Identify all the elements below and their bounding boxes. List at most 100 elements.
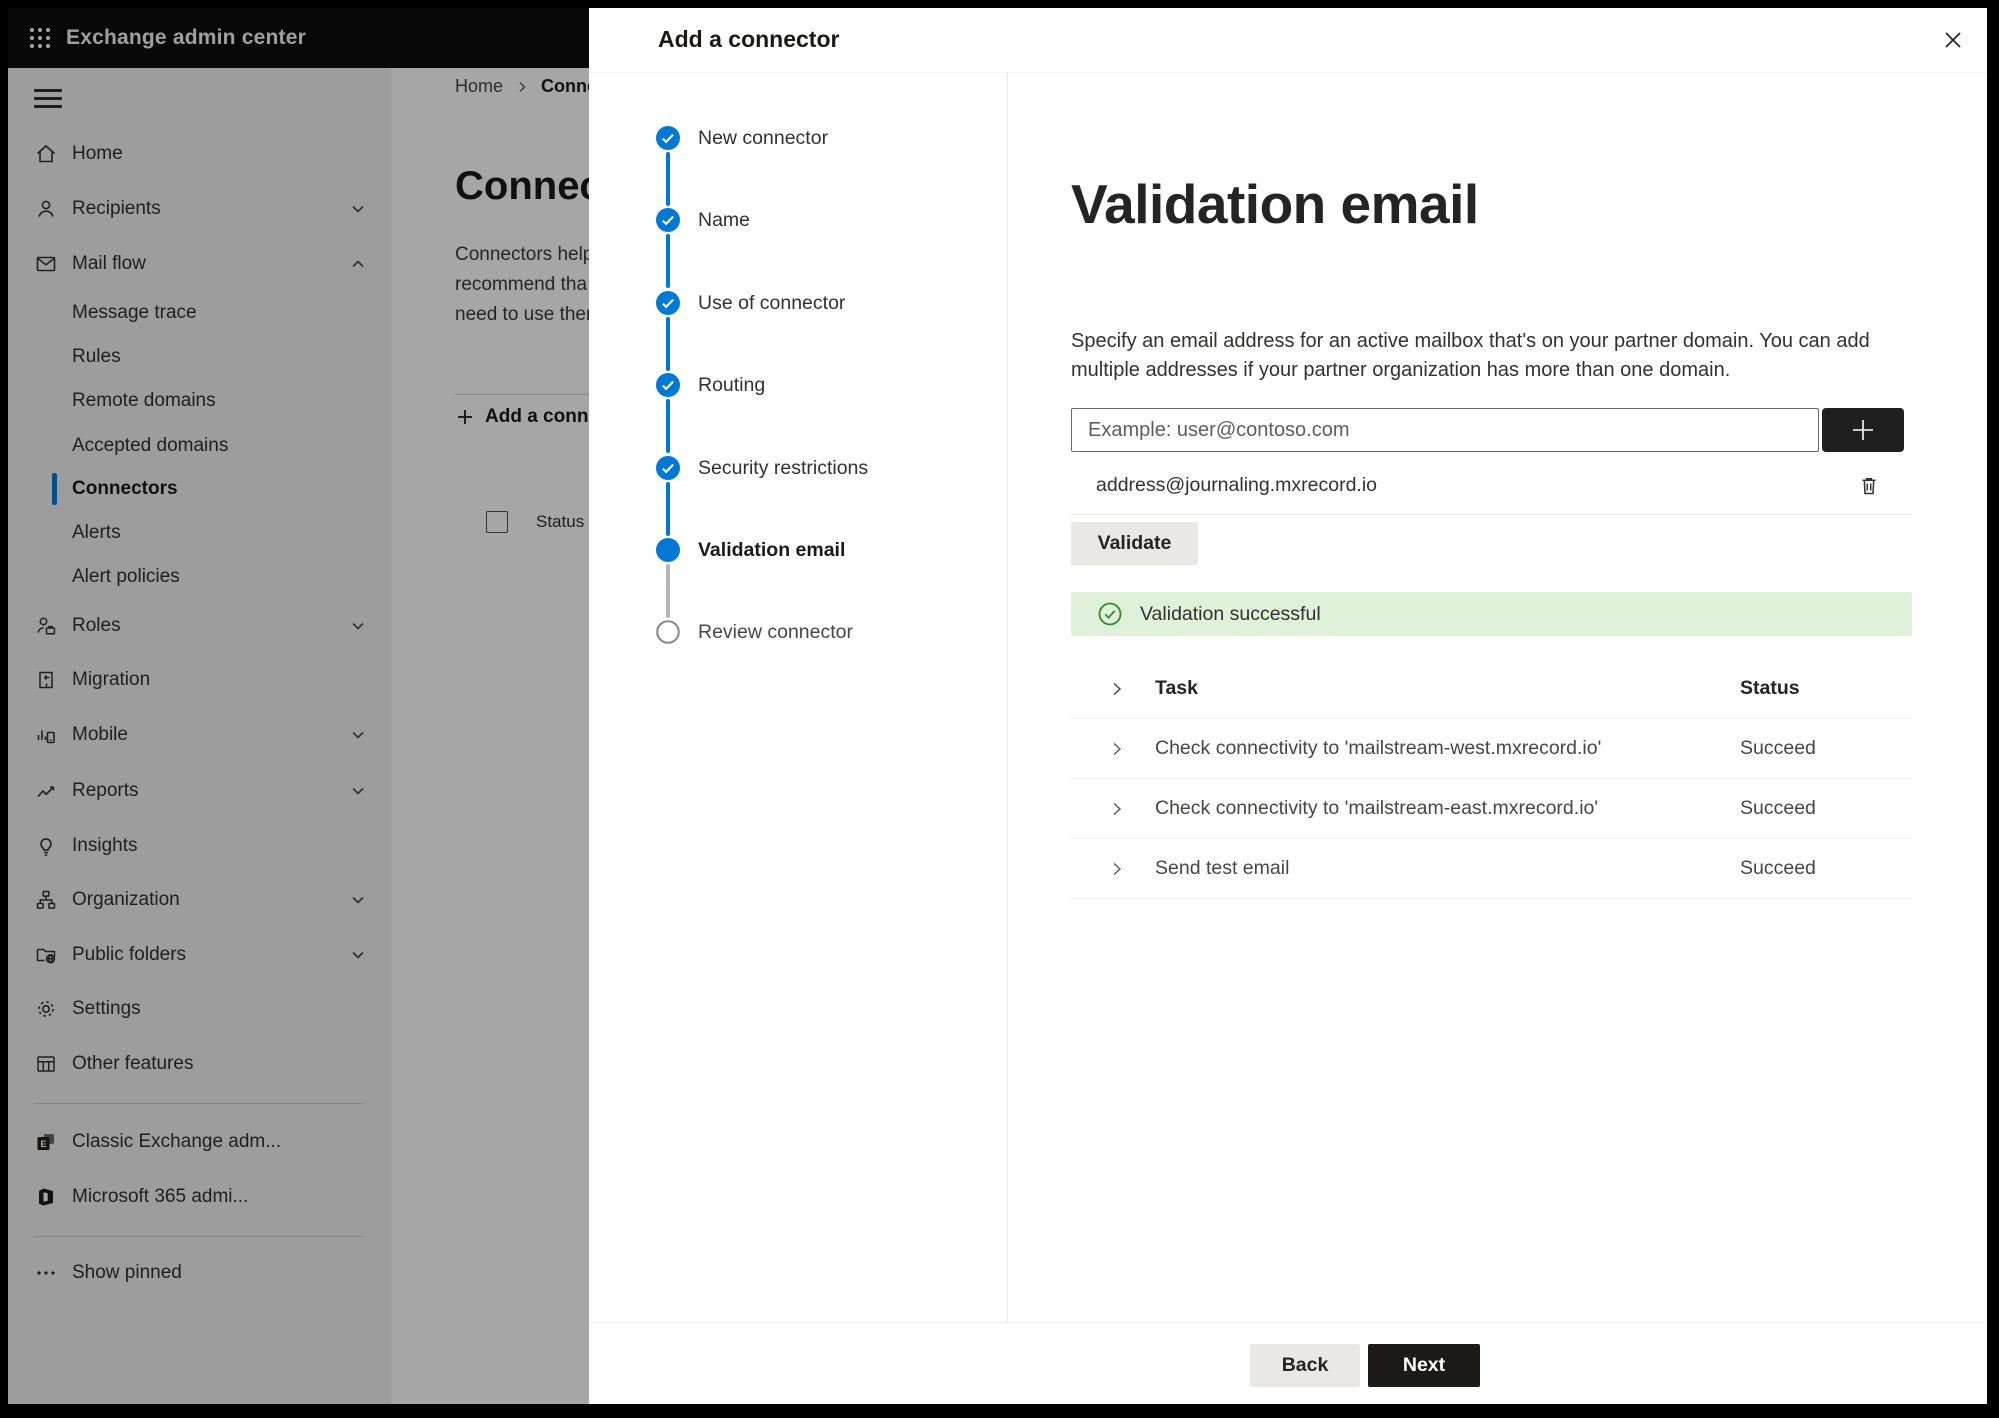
next-button[interactable]: Next bbox=[1368, 1344, 1480, 1387]
sidebar-item-settings[interactable]: Settings bbox=[8, 987, 391, 1031]
dialog-footer: Back Next bbox=[589, 1322, 1987, 1404]
sidebar-divider bbox=[34, 1103, 365, 1104]
connectors-table-header: Status bbox=[486, 511, 584, 533]
add-connector-button[interactable]: Add a conn bbox=[455, 406, 588, 428]
expand-all-chevron-icon[interactable] bbox=[1107, 679, 1155, 699]
sidebar-item-microsoft-365-admin[interactable]: Microsoft 365 admi... bbox=[8, 1175, 391, 1219]
validate-button[interactable]: Validate bbox=[1071, 522, 1198, 565]
sidebar-item-reports[interactable]: Reports bbox=[8, 769, 391, 813]
exchange-logo-icon: E bbox=[34, 1130, 58, 1154]
chevron-down-icon bbox=[349, 891, 367, 909]
back-button[interactable]: Back bbox=[1250, 1344, 1360, 1387]
step-connector-line bbox=[666, 564, 670, 618]
envelope-icon bbox=[34, 252, 58, 276]
dialog-body: New connector Name Use of connector Rout… bbox=[589, 72, 1987, 1323]
dialog-header: Add a connector bbox=[589, 8, 1987, 73]
sidebar-item-remote-domains[interactable]: Remote domains bbox=[8, 379, 391, 423]
person-briefcase-icon bbox=[34, 614, 58, 638]
app-window: Exchange admin center Home Recipients Ma… bbox=[8, 8, 1987, 1404]
step-completed-icon bbox=[656, 126, 680, 150]
table-row[interactable]: Send test email Succeed bbox=[1071, 839, 1912, 899]
app-title: Exchange admin center bbox=[66, 26, 306, 49]
hamburger-menu-icon[interactable] bbox=[34, 89, 62, 114]
sidebar-item-migration[interactable]: Migration bbox=[8, 658, 391, 702]
sidebar-item-message-trace[interactable]: Message trace bbox=[8, 291, 391, 335]
sidebar-item-recipients[interactable]: Recipients bbox=[8, 187, 391, 231]
success-check-icon bbox=[1097, 601, 1123, 627]
step-upcoming-icon bbox=[656, 620, 680, 644]
close-button[interactable] bbox=[1935, 22, 1971, 58]
sidebar-item-mail-flow[interactable]: Mail flow bbox=[8, 242, 391, 286]
sidebar-item-connectors[interactable]: Connectors bbox=[8, 467, 391, 511]
expand-row-chevron-icon[interactable] bbox=[1107, 739, 1155, 759]
chevron-down-icon bbox=[349, 617, 367, 635]
dialog-title: Add a connector bbox=[658, 26, 840, 52]
step-completed-icon bbox=[656, 291, 680, 315]
status-cell: Succeed bbox=[1740, 797, 1816, 819]
expand-row-chevron-icon[interactable] bbox=[1107, 799, 1155, 819]
breadcrumb-separator-icon bbox=[515, 80, 529, 94]
person-icon bbox=[34, 197, 58, 221]
email-address-input[interactable] bbox=[1071, 408, 1819, 452]
sidebar-item-classic-exchange-admin[interactable]: E Classic Exchange adm... bbox=[8, 1120, 391, 1164]
sidebar-item-show-pinned[interactable]: Show pinned bbox=[8, 1251, 391, 1295]
plus-icon bbox=[1848, 415, 1878, 445]
sidebar-item-insights[interactable]: Insights bbox=[8, 824, 391, 868]
step-connector-line bbox=[666, 482, 670, 536]
ellipsis-icon bbox=[34, 1261, 58, 1285]
page-intro-text: Connectors help recommend tha need to us… bbox=[455, 244, 594, 325]
sidebar-item-organization[interactable]: Organization bbox=[8, 878, 391, 922]
sidebar-item-label: Home bbox=[72, 143, 123, 164]
task-cell: Check connectivity to 'mailstream-west.m… bbox=[1155, 737, 1602, 759]
svg-text:E: E bbox=[40, 1139, 46, 1150]
sidebar-item-public-folders[interactable]: Public folders bbox=[8, 933, 391, 977]
step-routing: Routing bbox=[656, 373, 765, 397]
migration-document-icon bbox=[34, 668, 58, 692]
delete-address-button[interactable] bbox=[1854, 471, 1884, 501]
step-completed-icon bbox=[656, 456, 680, 480]
sidebar-item-other-features[interactable]: Other features bbox=[8, 1042, 391, 1086]
table-grid-icon bbox=[34, 1052, 58, 1076]
success-message: Validation successful bbox=[1140, 602, 1321, 625]
line-chart-icon bbox=[34, 779, 58, 803]
validation-results-table: Task Status Check connectivity to 'mails… bbox=[1071, 659, 1912, 899]
add-email-button[interactable] bbox=[1822, 408, 1904, 452]
step-review-connector: Review connector bbox=[656, 620, 853, 644]
added-address-row: address@journaling.mxrecord.io bbox=[1071, 457, 1912, 515]
sidebar-item-alerts[interactable]: Alerts bbox=[8, 511, 391, 555]
task-column-header: Task bbox=[1155, 677, 1198, 699]
sidebar-item-accepted-domains[interactable]: Accepted domains bbox=[8, 424, 391, 468]
sidebar-divider bbox=[34, 1236, 365, 1237]
task-cell: Send test email bbox=[1155, 857, 1290, 879]
org-chart-icon bbox=[34, 888, 58, 912]
chevron-down-icon bbox=[349, 946, 367, 964]
sidebar-item-rules[interactable]: Rules bbox=[8, 335, 391, 379]
step-completed-icon bbox=[656, 208, 680, 232]
status-column-header: Status bbox=[1740, 677, 1800, 699]
status-cell: Succeed bbox=[1740, 737, 1816, 759]
sidebar-item-mobile[interactable]: Mobile bbox=[8, 713, 391, 757]
screenshot-frame: Exchange admin center Home Recipients Ma… bbox=[0, 0, 1999, 1418]
add-connector-dialog: Add a connector New connector Name Use o… bbox=[589, 8, 1987, 1404]
plus-icon bbox=[455, 407, 475, 427]
app-launcher-icon[interactable] bbox=[28, 26, 52, 50]
expand-row-chevron-icon[interactable] bbox=[1107, 859, 1155, 879]
mobile-stats-icon bbox=[34, 723, 58, 747]
select-all-checkbox[interactable] bbox=[486, 511, 508, 533]
step-current-icon bbox=[656, 538, 680, 562]
chevron-down-icon bbox=[349, 782, 367, 800]
sidebar-item-label: Mail flow bbox=[72, 253, 146, 274]
status-cell: Succeed bbox=[1740, 857, 1816, 879]
validation-success-banner: Validation successful bbox=[1071, 592, 1912, 636]
email-entry-row bbox=[1071, 408, 1904, 452]
step-new-connector: New connector bbox=[656, 126, 828, 150]
chevron-down-icon bbox=[349, 200, 367, 218]
wizard-steps: New connector Name Use of connector Rout… bbox=[589, 72, 1008, 1323]
sidebar-item-home[interactable]: Home bbox=[8, 132, 391, 176]
sidebar-item-alert-policies[interactable]: Alert policies bbox=[8, 555, 391, 599]
breadcrumb-home-link[interactable]: Home bbox=[455, 76, 503, 97]
sidebar-item-roles[interactable]: Roles bbox=[8, 604, 391, 648]
selected-indicator bbox=[52, 473, 57, 505]
table-row[interactable]: Check connectivity to 'mailstream-west.m… bbox=[1071, 719, 1912, 779]
table-row[interactable]: Check connectivity to 'mailstream-east.m… bbox=[1071, 779, 1912, 839]
